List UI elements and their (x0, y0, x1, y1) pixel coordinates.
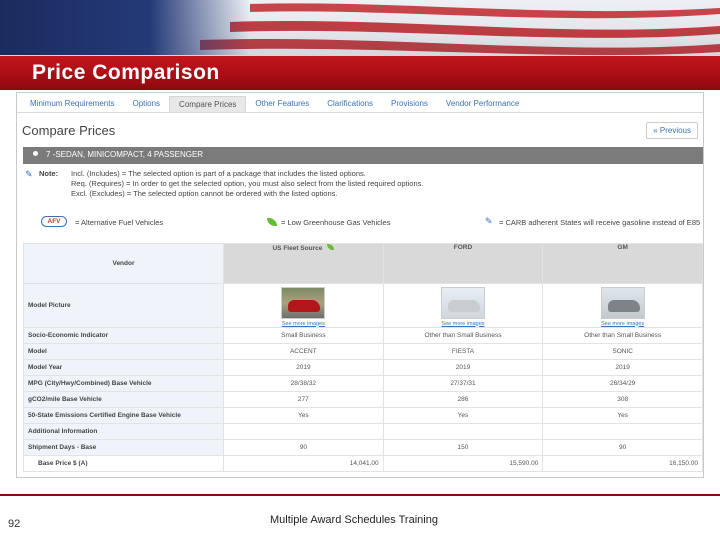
page-heading: Compare Prices (22, 123, 116, 138)
table-cell: 2019 (382, 359, 544, 376)
leaf-icon (327, 244, 335, 250)
table-cell: 28/38/32 (223, 375, 384, 392)
table-cell: 2019 (542, 359, 703, 376)
tab-options[interactable]: Options (123, 96, 169, 112)
table-cell: SONIC (542, 343, 703, 360)
table-cell: 286 (382, 391, 544, 408)
compare-prices-screenshot: Minimum Requirements Options Compare Pri… (16, 92, 704, 478)
table-cell: 27/37/31 (382, 375, 544, 392)
table-cell: Yes (382, 407, 544, 424)
table-row: Additional Information (23, 423, 703, 440)
leaf-icon (267, 218, 277, 226)
row-label: Socio-Economic Indicator (23, 327, 224, 344)
category-label: 7 -SEDAN, MINICOMPACT, 4 PASSENGER (46, 150, 204, 159)
tab-other-features[interactable]: Other Features (246, 96, 318, 112)
previous-button[interactable]: « Previous (646, 122, 698, 139)
flag-stars-field (0, 0, 250, 55)
table-row: Model Year 2019 2019 2019 (23, 359, 703, 376)
note-label: Note: (39, 169, 59, 178)
car-image[interactable] (600, 286, 645, 319)
tab-clarifications[interactable]: Clarifications (318, 96, 382, 112)
row-label: MPG (City/Hwy/Combined) Base Vehicle (23, 375, 224, 392)
vendor-header: US Fleet Source (223, 243, 384, 284)
tab-divider (17, 112, 703, 113)
table-cell (542, 423, 703, 440)
model-picture-row: Model Picture See more images See more i… (23, 283, 703, 328)
page-number: 92 (8, 518, 21, 530)
note-lines: Incl. (Includes) = The selected option i… (71, 169, 423, 199)
table-row: Model ACCENT FIESTA SONIC (23, 343, 703, 360)
footer-divider (0, 494, 720, 496)
vendor-header: GM (542, 243, 703, 284)
table-cell: Other than Small Business (382, 327, 544, 344)
tab-compare-prices[interactable]: Compare Prices (169, 96, 247, 112)
row-label: Model (23, 343, 224, 360)
note-line-incl: Incl. (Includes) = The selected option i… (71, 169, 366, 178)
row-label: Additional Information (23, 423, 224, 440)
table-cell (382, 423, 544, 440)
note-line-req: Req. (Requires) = In order to get the se… (71, 179, 424, 188)
row-label: Model Year (23, 359, 224, 376)
slide-title: Price Comparison (32, 61, 220, 84)
footer-text: Multiple Award Schedules Training (270, 514, 438, 526)
see-more-images-link[interactable]: See more images (601, 321, 644, 327)
row-label: gCO2/mile Base Vehicle (23, 391, 224, 408)
see-more-images-link[interactable]: See more images (282, 321, 325, 327)
vendor-header: FORD (382, 243, 544, 284)
car-image[interactable] (440, 286, 485, 319)
table-cell: 26/34/29 (542, 375, 703, 392)
model-picture-cell: See more images (542, 283, 703, 328)
carb-pushpin-icon: ✎ (485, 216, 493, 226)
tab-vendor-performance[interactable]: Vendor Performance (437, 96, 528, 112)
bullet-icon (33, 151, 38, 156)
model-picture-cell: See more images (223, 283, 384, 328)
table-row: 50-State Emissions Certified Engine Base… (23, 407, 703, 424)
table-cell: Yes (542, 407, 703, 424)
category-bar[interactable]: 7 -SEDAN, MINICOMPACT, 4 PASSENGER (23, 147, 703, 164)
table-row: MPG (City/Hwy/Combined) Base Vehicle 28/… (23, 375, 703, 392)
see-more-images-link[interactable]: See more images (441, 321, 484, 327)
afv-badge-icon: AFV (41, 216, 67, 227)
table-cell: ACCENT (223, 343, 384, 360)
table-cell: FIESTA (382, 343, 544, 360)
table-cell (223, 423, 384, 440)
base-price-cell: 15,590.00 (382, 455, 544, 472)
base-price-label: Base Price $ (A) (23, 455, 224, 472)
vendor-name: US Fleet Source (272, 245, 323, 252)
table-row: gCO2/mile Base Vehicle 277 286 308 (23, 391, 703, 408)
table-cell: 308 (542, 391, 703, 408)
model-picture-label: Model Picture (23, 283, 224, 328)
afv-legend-text: = Alternative Fuel Vehicles (75, 218, 164, 227)
table-cell: 150 (382, 439, 544, 456)
vendor-row: Vendor US Fleet Source FORD GM (23, 243, 703, 284)
table-cell: 90 (542, 439, 703, 456)
table-cell: Yes (223, 407, 384, 424)
pushpin-icon: ✎ (25, 169, 33, 179)
base-price-row: Base Price $ (A) 14,041.00 15,590.00 16,… (23, 455, 703, 472)
row-label: 50-State Emissions Certified Engine Base… (23, 407, 224, 424)
vendor-label: Vendor (23, 243, 224, 284)
tab-provisions[interactable]: Provisions (382, 96, 437, 112)
table-cell: 90 (223, 439, 384, 456)
table-cell: Small Business (223, 327, 384, 344)
table-row: Socio-Economic Indicator Small Business … (23, 327, 703, 344)
comparison-table: Vendor US Fleet Source FORD GM Model Pic… (23, 243, 703, 472)
car-image[interactable] (281, 286, 326, 319)
leaf-legend-text: = Low Greenhouse Gas Vehicles (281, 218, 391, 227)
table-cell: Other than Small Business (542, 327, 703, 344)
carb-legend-text: = CARB adherent States will receive gaso… (499, 218, 701, 227)
base-price-cell: 14,041.00 (223, 455, 384, 472)
tab-bar: Minimum Requirements Options Compare Pri… (21, 96, 528, 112)
model-picture-cell: See more images (382, 283, 544, 328)
row-label: Shipment Days - Base (23, 439, 224, 456)
legend: AFV = Alternative Fuel Vehicles = Low Gr… (23, 215, 703, 235)
table-row: Shipment Days - Base 90 150 90 (23, 439, 703, 456)
tab-minimum-requirements[interactable]: Minimum Requirements (21, 96, 123, 112)
base-price-cell: 16,150.00 (542, 455, 703, 472)
table-cell: 2019 (223, 359, 384, 376)
table-cell: 277 (223, 391, 384, 408)
note-line-excl: Excl. (Excludes) = The selected option c… (71, 189, 338, 198)
